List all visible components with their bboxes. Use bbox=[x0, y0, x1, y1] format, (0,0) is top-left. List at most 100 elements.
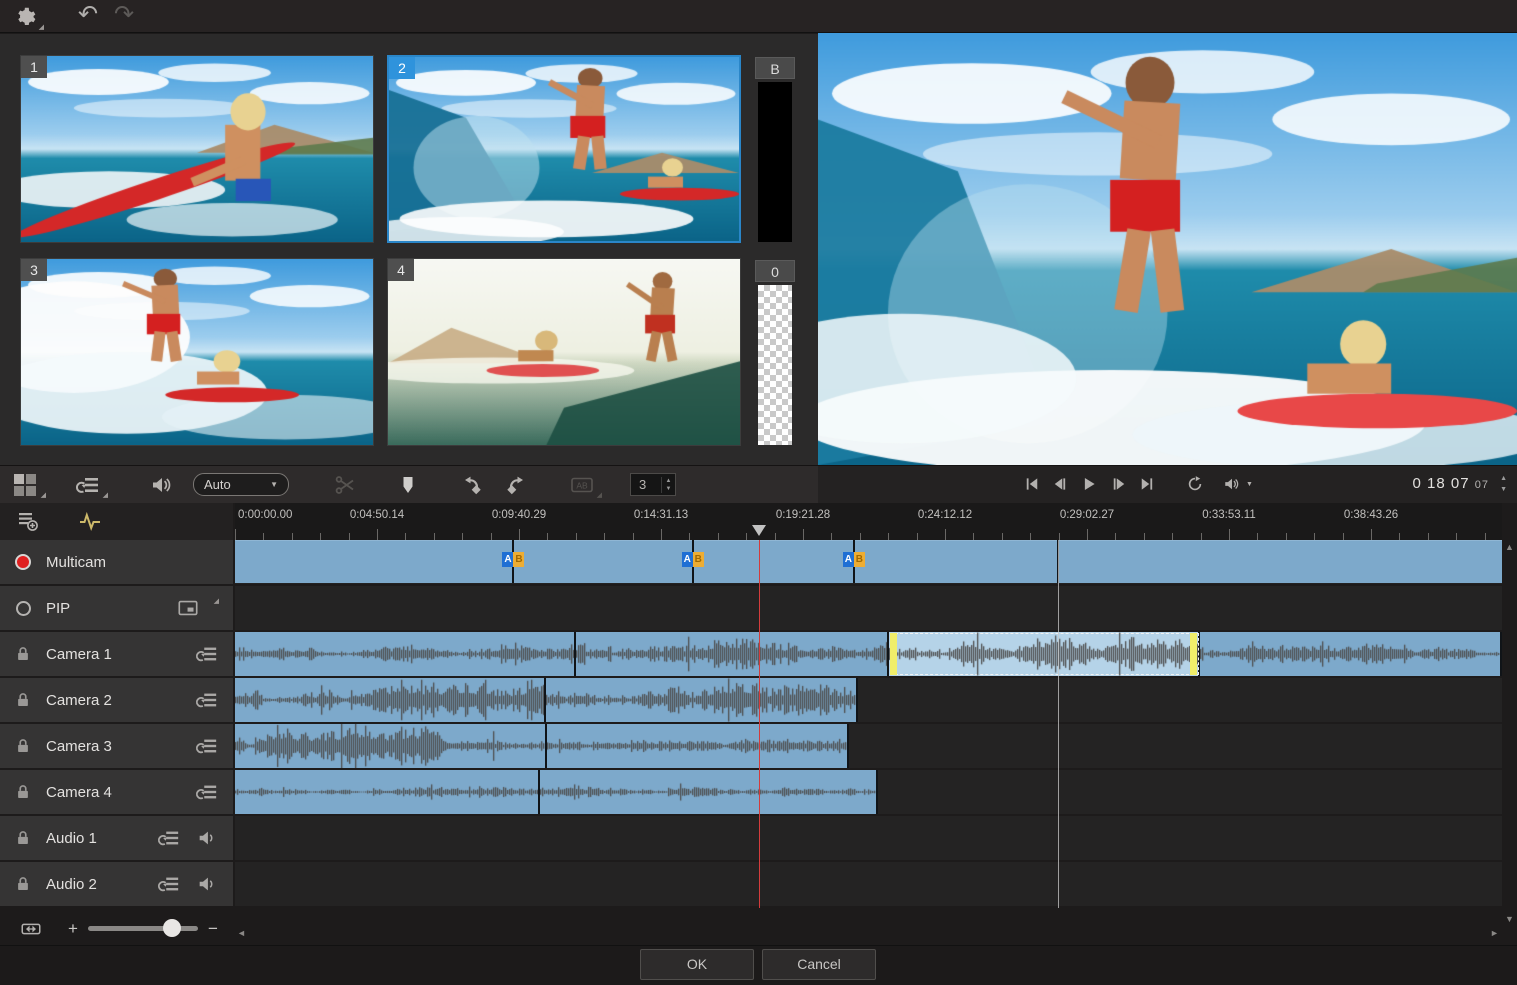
ab-transition-marker[interactable]: AB bbox=[502, 552, 524, 567]
track-sync-icon[interactable] bbox=[157, 873, 181, 895]
edit-cursor-line[interactable] bbox=[1058, 540, 1059, 908]
layout-grid-icon[interactable]: ◢ bbox=[14, 473, 42, 497]
audio-speaker-icon[interactable] bbox=[150, 473, 178, 497]
timeline-ruler[interactable]: 0:00:00.000:04:50.140:09:40.290:14:31.13… bbox=[235, 503, 1502, 540]
selected-audio-clip[interactable] bbox=[889, 632, 1200, 676]
scroll-up-icon[interactable]: ▲ bbox=[1505, 542, 1514, 552]
loop-icon[interactable] bbox=[1186, 475, 1208, 495]
scroll-right-icon[interactable]: ► bbox=[1490, 928, 1499, 938]
pip-enable-radio-icon[interactable] bbox=[16, 601, 31, 616]
timecode-up-icon[interactable]: ▲ bbox=[1500, 473, 1507, 484]
track-lane-camera-1[interactable] bbox=[235, 632, 1502, 676]
transparent-source-panel[interactable]: 0 bbox=[755, 260, 795, 447]
volume-icon[interactable] bbox=[1223, 475, 1245, 495]
track-header-audio-2[interactable]: Audio 2 bbox=[0, 862, 233, 906]
audio-clip[interactable] bbox=[576, 632, 889, 676]
redo-button[interactable]: ↷ bbox=[114, 5, 140, 29]
audio-clip[interactable] bbox=[235, 632, 576, 676]
audio-clip[interactable] bbox=[540, 770, 878, 814]
lock-icon[interactable] bbox=[14, 875, 32, 893]
track-lane-multicam[interactable]: AB AB AB bbox=[235, 540, 1502, 584]
camera-thumbnail-2[interactable]: 2 bbox=[387, 55, 741, 243]
track-sync-icon[interactable] bbox=[195, 643, 219, 665]
audio-sync-mode-select[interactable]: Auto ▼ bbox=[193, 473, 289, 496]
scroll-left-icon[interactable]: ◄ bbox=[237, 928, 246, 938]
spinner-down-icon[interactable]: ▼ bbox=[666, 485, 672, 493]
track-header-multicam[interactable]: Multicam bbox=[0, 540, 233, 584]
camera-thumbnail-3[interactable]: 3 bbox=[20, 258, 374, 446]
track-lane-camera-4[interactable] bbox=[235, 770, 1502, 814]
lock-icon[interactable] bbox=[14, 737, 32, 755]
camera-thumbnail-4[interactable]: 4 bbox=[387, 258, 741, 446]
ruler-tick bbox=[1087, 529, 1088, 540]
play-icon[interactable] bbox=[1080, 475, 1102, 495]
ok-button[interactable]: OK bbox=[640, 949, 754, 980]
trim-handle-left[interactable] bbox=[890, 633, 897, 675]
main-preview[interactable] bbox=[818, 33, 1517, 465]
playhead-line[interactable] bbox=[759, 540, 760, 908]
timecode-down-icon[interactable]: ▼ bbox=[1500, 484, 1507, 495]
lock-icon[interactable] bbox=[14, 829, 32, 847]
track-header-camera-2[interactable]: Camera 2 bbox=[0, 678, 233, 722]
track-sync-icon[interactable] bbox=[157, 827, 181, 849]
track-header-pip[interactable]: PIP◢ bbox=[0, 586, 233, 630]
audio-clip[interactable] bbox=[235, 770, 540, 814]
track-lane-camera-3[interactable] bbox=[235, 724, 1502, 768]
track-header-camera-1[interactable]: Camera 1 bbox=[0, 632, 233, 676]
cancel-button[interactable]: Cancel bbox=[762, 949, 876, 980]
timecode-display[interactable]: 0 18 07 07 bbox=[1413, 475, 1489, 492]
rotate-left-icon[interactable] bbox=[458, 473, 486, 497]
pip-layout-icon[interactable] bbox=[176, 597, 200, 619]
audio-clip[interactable] bbox=[547, 724, 849, 768]
lock-icon[interactable] bbox=[14, 691, 32, 709]
track-sync-icon[interactable] bbox=[195, 689, 219, 711]
black-source-panel[interactable]: B bbox=[755, 57, 795, 244]
track-sync-icon[interactable] bbox=[195, 781, 219, 803]
scroll-down-icon[interactable]: ▼ bbox=[1505, 914, 1514, 924]
playhead-marker[interactable] bbox=[752, 525, 766, 536]
lock-icon[interactable] bbox=[14, 645, 32, 663]
marker-icon[interactable] bbox=[396, 473, 424, 497]
track-header-camera-4[interactable]: Camera 4 bbox=[0, 770, 233, 814]
track-mute-icon[interactable] bbox=[195, 827, 219, 849]
skip-start-icon[interactable] bbox=[1023, 475, 1045, 495]
volume-caret-icon[interactable]: ▼ bbox=[1246, 481, 1268, 501]
settings-gear-icon[interactable]: ◢ bbox=[14, 5, 40, 29]
track-header-camera-3[interactable]: Camera 3 bbox=[0, 724, 233, 768]
zoom-slider-thumb[interactable] bbox=[163, 919, 181, 937]
timeline-zoom-slider[interactable] bbox=[88, 926, 198, 931]
trim-handle-right[interactable] bbox=[1190, 633, 1197, 675]
zoom-in-button[interactable]: + bbox=[68, 919, 78, 939]
zoom-out-button[interactable]: − bbox=[208, 919, 218, 939]
spinner-up-icon[interactable]: ▲ bbox=[666, 477, 672, 485]
sync-tracks-icon[interactable]: ◢ bbox=[76, 473, 104, 497]
track-lane-pip[interactable] bbox=[235, 586, 1502, 630]
track-sync-icon[interactable] bbox=[195, 735, 219, 757]
track-mute-icon[interactable] bbox=[195, 873, 219, 895]
lock-icon[interactable] bbox=[14, 783, 32, 801]
waveform-icon[interactable] bbox=[78, 509, 106, 533]
multicam-compiled-clip[interactable] bbox=[235, 540, 1502, 583]
audio-clip[interactable] bbox=[546, 678, 858, 722]
camera-thumbnail-1[interactable]: 1 bbox=[20, 55, 374, 243]
undo-button[interactable]: ↶ bbox=[78, 5, 104, 29]
ab-transition-icon[interactable]: AB ◢ bbox=[570, 473, 598, 497]
fit-timeline-icon[interactable] bbox=[18, 919, 44, 939]
split-scissors-icon[interactable] bbox=[333, 473, 361, 497]
step-back-icon[interactable] bbox=[1051, 475, 1073, 495]
track-lane-audio-2[interactable] bbox=[235, 862, 1502, 906]
skip-end-icon[interactable] bbox=[1138, 475, 1160, 495]
add-track-icon[interactable] bbox=[16, 509, 44, 533]
rotate-right-icon[interactable] bbox=[506, 473, 534, 497]
ab-transition-marker[interactable]: AB bbox=[682, 552, 704, 567]
audio-clip[interactable] bbox=[235, 678, 546, 722]
audio-clip[interactable] bbox=[1200, 632, 1502, 676]
audio-clip[interactable] bbox=[235, 724, 547, 768]
record-indicator-icon[interactable] bbox=[15, 554, 31, 570]
ab-transition-marker[interactable]: AB bbox=[843, 552, 865, 567]
track-header-audio-1[interactable]: Audio 1 bbox=[0, 816, 233, 860]
step-forward-icon[interactable] bbox=[1110, 475, 1132, 495]
track-lane-camera-2[interactable] bbox=[235, 678, 1502, 722]
transition-duration-spinner[interactable]: 3 ▲ ▼ bbox=[630, 473, 676, 496]
track-lane-audio-1[interactable] bbox=[235, 816, 1502, 860]
